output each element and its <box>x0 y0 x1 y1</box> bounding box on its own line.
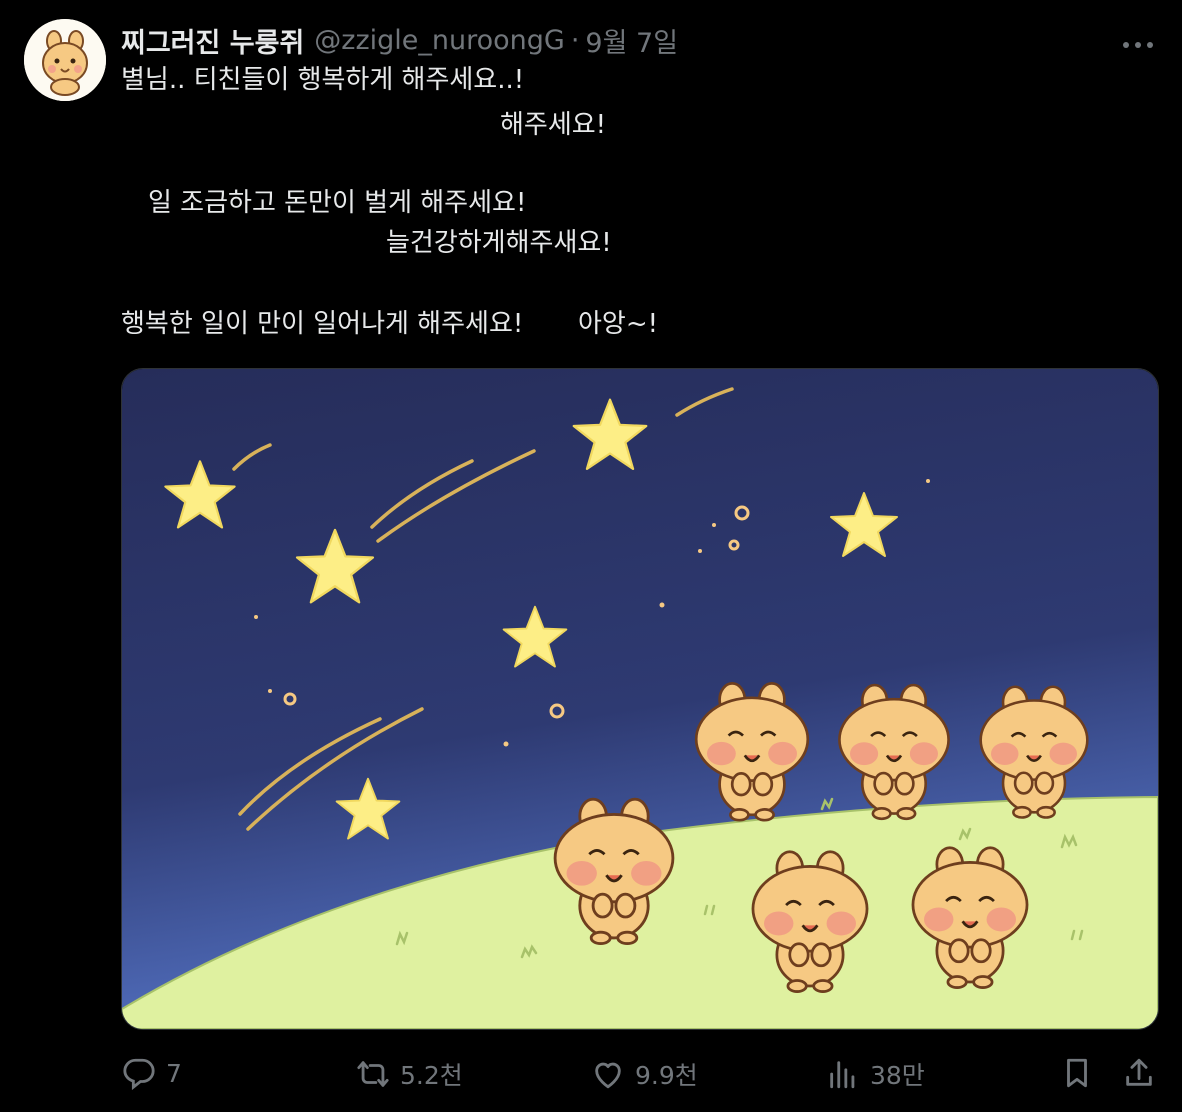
bookmark-button[interactable] <box>1060 1056 1094 1090</box>
more-button[interactable] <box>1120 36 1156 48</box>
tweet-text-line-6: 아앙~! <box>578 309 659 339</box>
display-name[interactable]: 찌그러진 누룽쥐 <box>121 21 304 60</box>
retweet-icon <box>357 1061 389 1087</box>
retweet-count: 5.2천 <box>400 1061 463 1090</box>
tweet-text-line-2: 해주세요! <box>500 110 607 140</box>
tweet-date[interactable]: 9월 7일 <box>585 21 678 60</box>
tweet-header: 찌그러진 누룽쥐 @zzigle_nuroongG · 9월 7일 <box>121 21 678 60</box>
avatar-image <box>24 19 106 101</box>
views-icon <box>830 1061 855 1089</box>
tweet-text-line-5: 행복한 일이 만이 일어나게 해주세요! <box>121 309 524 339</box>
user-handle[interactable]: @zzigle_nuroongG <box>314 25 565 56</box>
like-count: 9.9천 <box>635 1061 698 1090</box>
reply-icon <box>123 1058 155 1090</box>
tweet-media[interactable] <box>121 368 1159 1030</box>
view-count: 38만 <box>870 1061 925 1090</box>
views-button[interactable]: 38만 <box>826 1056 925 1092</box>
tweet-text-line-3: 일 조금하고 돈만이 벌게 해주세요! <box>148 188 527 218</box>
night-sky-illustration <box>122 369 1158 1029</box>
bookmark-icon <box>1067 1058 1087 1088</box>
tweet-text-line-4: 늘건강하게해주새요! <box>386 228 612 258</box>
share-button[interactable] <box>1122 1056 1156 1090</box>
like-button[interactable]: 9.9천 <box>591 1056 698 1092</box>
retweet-button[interactable]: 5.2천 <box>356 1056 463 1092</box>
reply-count: 7 <box>166 1058 182 1088</box>
like-icon <box>595 1062 621 1089</box>
avatar[interactable] <box>24 19 106 101</box>
separator-dot: · <box>570 24 580 56</box>
tweet-actions: 7 5.2천 9.9천 38만 <box>0 1056 1182 1096</box>
share-icon <box>1126 1058 1152 1086</box>
more-icon <box>1123 42 1153 48</box>
tweet-text-line-1: 별님.. 티친들이 행복하게 해주세요..! <box>121 65 525 95</box>
reply-button[interactable]: 7 <box>122 1056 182 1090</box>
